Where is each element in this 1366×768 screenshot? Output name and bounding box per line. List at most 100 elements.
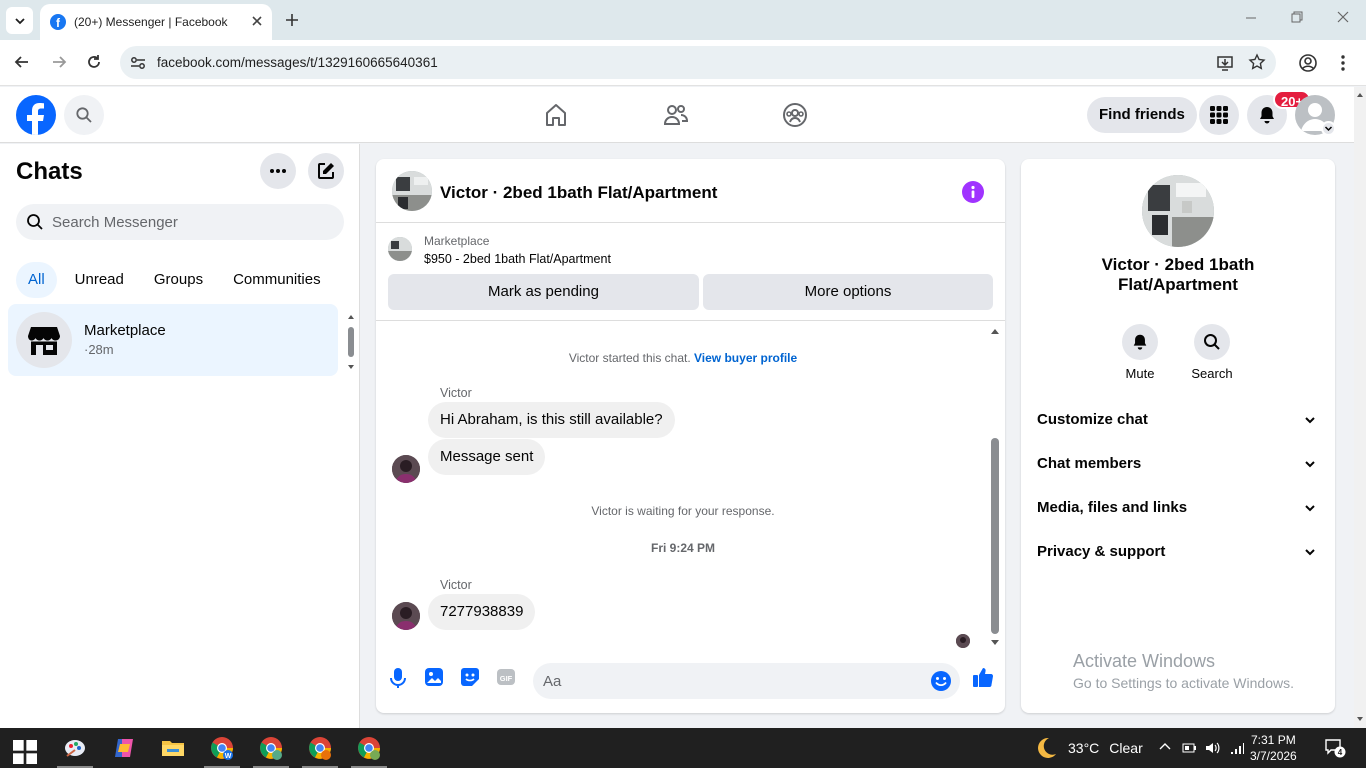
browser-tab[interactable]: f (20+) Messenger | Facebook: [40, 4, 272, 40]
close-window-icon[interactable]: [1336, 10, 1350, 24]
listing-avatar[interactable]: [392, 171, 432, 211]
message-input-placeholder: Aa: [543, 673, 562, 690]
new-message-button[interactable]: [308, 153, 344, 189]
conversation-title[interactable]: Victor · 2bed 1bath Flat/Apartment: [440, 183, 717, 203]
chat-time: ·28m: [84, 342, 114, 357]
customize-chat-section[interactable]: Customize chat: [1037, 402, 1319, 438]
photo-icon[interactable]: [424, 667, 444, 687]
mute-action[interactable]: Mute: [1110, 324, 1170, 381]
messenger-search-input[interactable]: Search Messenger: [16, 204, 344, 240]
sender-avatar[interactable]: [392, 455, 420, 483]
more-options-button[interactable]: More options: [703, 274, 993, 310]
view-buyer-profile-link[interactable]: View buyer profile: [694, 351, 797, 365]
filter-unread[interactable]: Unread: [63, 262, 136, 298]
kitchen-photo-icon: [392, 171, 432, 211]
message-bubble[interactable]: 7277938839: [428, 594, 536, 630]
kitchen-photo-icon: [1142, 175, 1214, 247]
address-bar[interactable]: facebook.com/messages/t/1329160665640361: [120, 46, 1276, 79]
forward-icon[interactable]: [50, 53, 68, 71]
copilot-icon[interactable]: [112, 736, 136, 760]
activate-windows-watermark: Activate Windows Go to Settings to activ…: [1073, 651, 1294, 691]
sender-avatar[interactable]: [392, 602, 420, 630]
message-input[interactable]: Aa: [533, 663, 960, 699]
page-scrollbar[interactable]: [1354, 87, 1366, 728]
gif-icon[interactable]: GIF: [496, 667, 516, 687]
chrome-profile-w-icon[interactable]: W: [210, 736, 234, 760]
reload-icon[interactable]: [85, 53, 103, 71]
person-photo-icon: [392, 455, 420, 483]
account-dropdown[interactable]: [1321, 121, 1336, 136]
browser-toolbar: facebook.com/messages/t/1329160665640361: [0, 40, 1366, 86]
media-files-links-section[interactable]: Media, files and links: [1037, 490, 1319, 526]
battery-icon[interactable]: [1181, 740, 1197, 756]
back-icon[interactable]: [13, 53, 31, 71]
chat-members-section[interactable]: Chat members: [1037, 446, 1319, 482]
emoji-icon[interactable]: [930, 670, 952, 692]
privacy-support-section[interactable]: Privacy & support: [1037, 534, 1319, 570]
system-clock[interactable]: 7:31 PM 3/7/2026: [1250, 732, 1297, 764]
thread-scrollbar[interactable]: [988, 324, 1002, 650]
sticker-icon[interactable]: [460, 667, 480, 687]
details-title: Victor · 2bed 1bath Flat/Apartment: [1021, 255, 1335, 295]
filter-communities[interactable]: Communities: [221, 262, 333, 298]
filter-all[interactable]: All: [16, 262, 57, 298]
clock-time: 7:31 PM: [1251, 733, 1296, 747]
browser-menu-icon[interactable]: [1336, 53, 1350, 73]
site-settings-icon[interactable]: [129, 54, 147, 72]
browser-profile-icon[interactable]: [1298, 53, 1318, 73]
marketplace-shop-icon: [28, 327, 60, 355]
notification-count: 4: [1338, 748, 1343, 757]
facebook-logo-icon[interactable]: [16, 95, 56, 135]
thumbs-up-icon[interactable]: [972, 666, 994, 688]
restore-icon[interactable]: [1290, 10, 1304, 24]
friends-icon[interactable]: [663, 102, 689, 128]
section-label: Chat members: [1037, 455, 1142, 472]
groups-icon[interactable]: [782, 102, 808, 128]
chrome-profile-icon[interactable]: [308, 736, 332, 760]
home-icon[interactable]: [543, 102, 569, 128]
chrome-profile-icon[interactable]: [259, 736, 283, 760]
chat-list-scrollbar[interactable]: [345, 309, 357, 371]
chat-list-item[interactable]: Marketplace ·28m: [8, 304, 338, 376]
paint-app-icon[interactable]: [63, 736, 87, 760]
chats-options-button[interactable]: [260, 153, 296, 189]
watermark-subtitle: Go to Settings to activate Windows.: [1073, 675, 1294, 691]
chevron-down-icon: [1305, 417, 1315, 424]
file-explorer-icon[interactable]: [161, 736, 185, 760]
microphone-icon[interactable]: [388, 667, 408, 689]
bookmark-star-icon[interactable]: [1248, 53, 1266, 71]
info-icon[interactable]: [962, 181, 984, 203]
chrome-profile-icon[interactable]: [357, 736, 381, 760]
tab-search-dropdown[interactable]: [6, 7, 33, 34]
conversation-panel: Victor · 2bed 1bath Flat/Apartment Marke…: [376, 159, 1005, 713]
message-bubble[interactable]: Message sent: [428, 439, 546, 475]
search-icon: [27, 214, 43, 230]
menu-button[interactable]: [1199, 95, 1239, 135]
chevron-down-icon: [14, 17, 25, 24]
network-icon[interactable]: [1229, 740, 1245, 756]
message-bubble[interactable]: Hi Abraham, is this still available?: [428, 402, 675, 438]
minimize-icon[interactable]: [1244, 10, 1258, 24]
mark-as-pending-button[interactable]: Mark as pending: [388, 274, 699, 310]
close-tab-icon[interactable]: [250, 14, 264, 28]
chats-sidebar: Chats Search Messenger All Unread Groups…: [0, 144, 360, 728]
find-friends-button[interactable]: Find friends: [1087, 97, 1197, 133]
filter-groups[interactable]: Groups: [142, 262, 215, 298]
new-tab-icon[interactable]: [282, 10, 302, 30]
message-composer: GIF Aa: [376, 653, 1005, 713]
volume-icon[interactable]: [1204, 740, 1220, 756]
listing-price[interactable]: $950 - 2bed 1bath Flat/Apartment: [424, 252, 611, 266]
notification-icon: 4: [1325, 739, 1346, 758]
listing-large-avatar[interactable]: [1142, 175, 1214, 247]
chat-filters: All Unread Groups Communities: [16, 262, 333, 298]
facebook-search-button[interactable]: [64, 95, 104, 135]
install-app-icon[interactable]: [1216, 54, 1234, 72]
facebook-header: Find friends 20+: [0, 87, 1354, 143]
windows-start-icon[interactable]: [13, 740, 37, 764]
marketplace-avatar: [16, 312, 72, 368]
search-action[interactable]: Search: [1182, 324, 1242, 381]
notification-center-button[interactable]: 4: [1324, 738, 1346, 758]
person-photo-icon: [392, 602, 420, 630]
chevron-up-icon[interactable]: [1158, 740, 1172, 754]
weather-widget[interactable]: 33°C Clear: [1034, 736, 1143, 760]
